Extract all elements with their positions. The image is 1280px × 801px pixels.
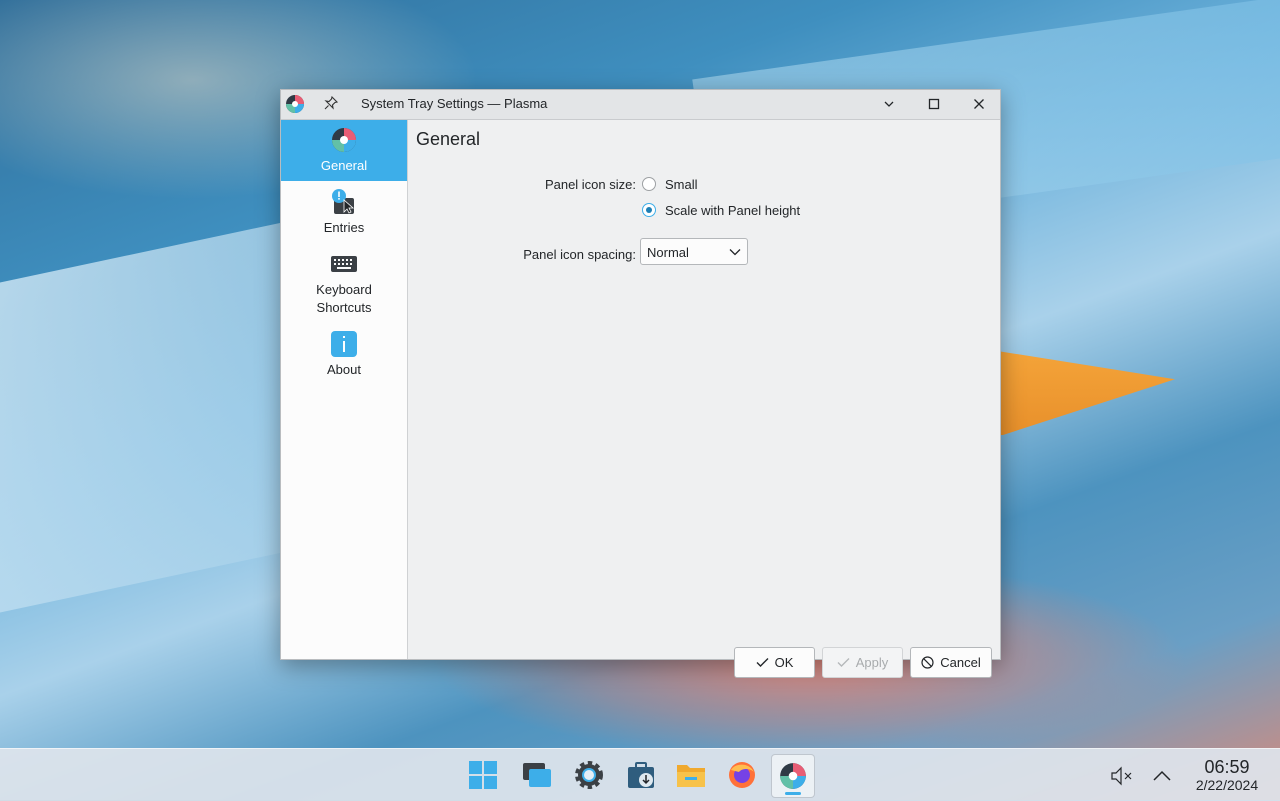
cancel-button-label: Cancel (940, 655, 981, 670)
system-tray-settings-task[interactable] (771, 754, 815, 798)
settings-content: General Panel icon size: Small Scale wit… (408, 120, 1000, 678)
radio-scale-with-panel[interactable] (642, 203, 656, 217)
page-title: General (416, 129, 481, 149)
title-bar[interactable]: System Tray Settings — Plasma (281, 90, 1000, 120)
digital-clock[interactable]: 06:59 2/22/2024 (1182, 757, 1272, 794)
sidebar-item-label: About (327, 362, 361, 377)
check-icon (756, 658, 769, 667)
window-title: System Tray Settings — Plasma (361, 96, 548, 111)
system-tray-icon (780, 763, 806, 789)
app-icon[interactable] (285, 94, 305, 114)
icon-size-label: Panel icon size: (544, 177, 636, 192)
clock-time: 06:59 (1204, 757, 1250, 777)
sidebar-item-label: Entries (323, 220, 365, 235)
entries-icon (332, 189, 355, 214)
ok-button-label: OK (774, 655, 794, 670)
cancel-button[interactable]: Cancel (910, 647, 992, 678)
active-task-indicator (785, 792, 801, 795)
cancel-icon (921, 656, 934, 669)
sidebar-item-entries[interactable]: Entries (281, 188, 407, 244)
radio-small-label[interactable]: Small (665, 177, 698, 192)
sidebar: General Entries Keyboard Shortcuts About (281, 120, 408, 659)
sidebar-item-about[interactable]: About (281, 330, 407, 386)
volume-muted-icon[interactable] (1110, 765, 1134, 787)
icon-spacing-value: Normal (647, 245, 689, 260)
minimize-button[interactable] (877, 93, 901, 115)
check-icon (837, 658, 850, 667)
taskbar: 06:59 2/22/2024 (0, 748, 1280, 801)
apply-button-label: Apply (855, 655, 889, 670)
settings-window: System Tray Settings — Plasma General En… (280, 89, 1001, 678)
keyboard-icon (331, 256, 357, 272)
firefox-icon[interactable] (724, 757, 760, 793)
clock-date: 2/22/2024 (1195, 777, 1259, 793)
icon-spacing-label: Panel icon spacing: (523, 247, 636, 262)
file-manager-icon[interactable] (673, 757, 709, 793)
pin-icon[interactable] (323, 95, 339, 112)
system-tray-icon (332, 128, 356, 152)
radio-small[interactable] (642, 177, 656, 191)
system-settings-icon[interactable] (571, 757, 607, 793)
sidebar-item-label: General (320, 158, 368, 173)
show-desktop-icon[interactable] (519, 757, 555, 793)
radio-scale-with-panel-label[interactable]: Scale with Panel height (665, 203, 800, 218)
icon-spacing-select[interactable]: Normal (640, 238, 748, 265)
chevron-down-icon (729, 249, 741, 256)
info-icon (331, 331, 357, 357)
chevron-up-icon[interactable] (1150, 765, 1174, 787)
maximize-button[interactable] (922, 93, 946, 115)
sidebar-item-keyboard-shortcuts[interactable]: Keyboard Shortcuts (281, 250, 407, 326)
sidebar-item-label: Keyboard Shortcuts (316, 282, 372, 315)
close-button[interactable] (967, 93, 991, 115)
ok-button[interactable]: OK (734, 647, 815, 678)
sidebar-item-general[interactable]: General (281, 120, 407, 181)
application-launcher-icon[interactable] (465, 757, 501, 793)
apply-button[interactable]: Apply (822, 647, 903, 678)
discover-icon[interactable] (623, 757, 659, 793)
